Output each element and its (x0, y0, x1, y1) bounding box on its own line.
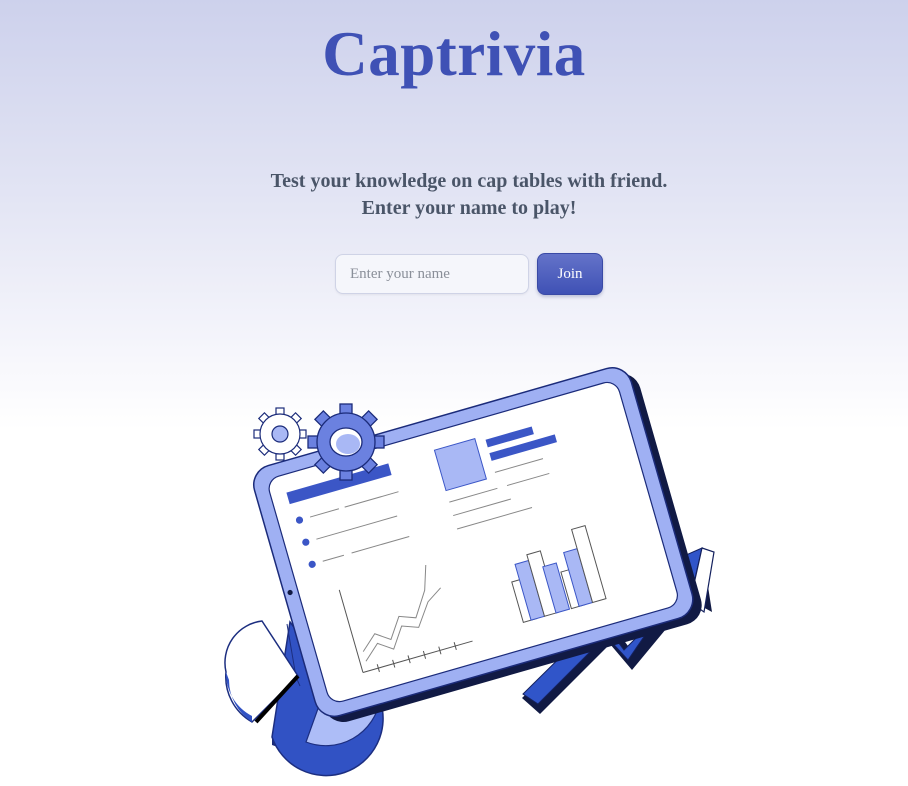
gear-icon (253, 407, 307, 461)
gear-icon (307, 403, 385, 481)
hero-illustration (224, 367, 715, 777)
